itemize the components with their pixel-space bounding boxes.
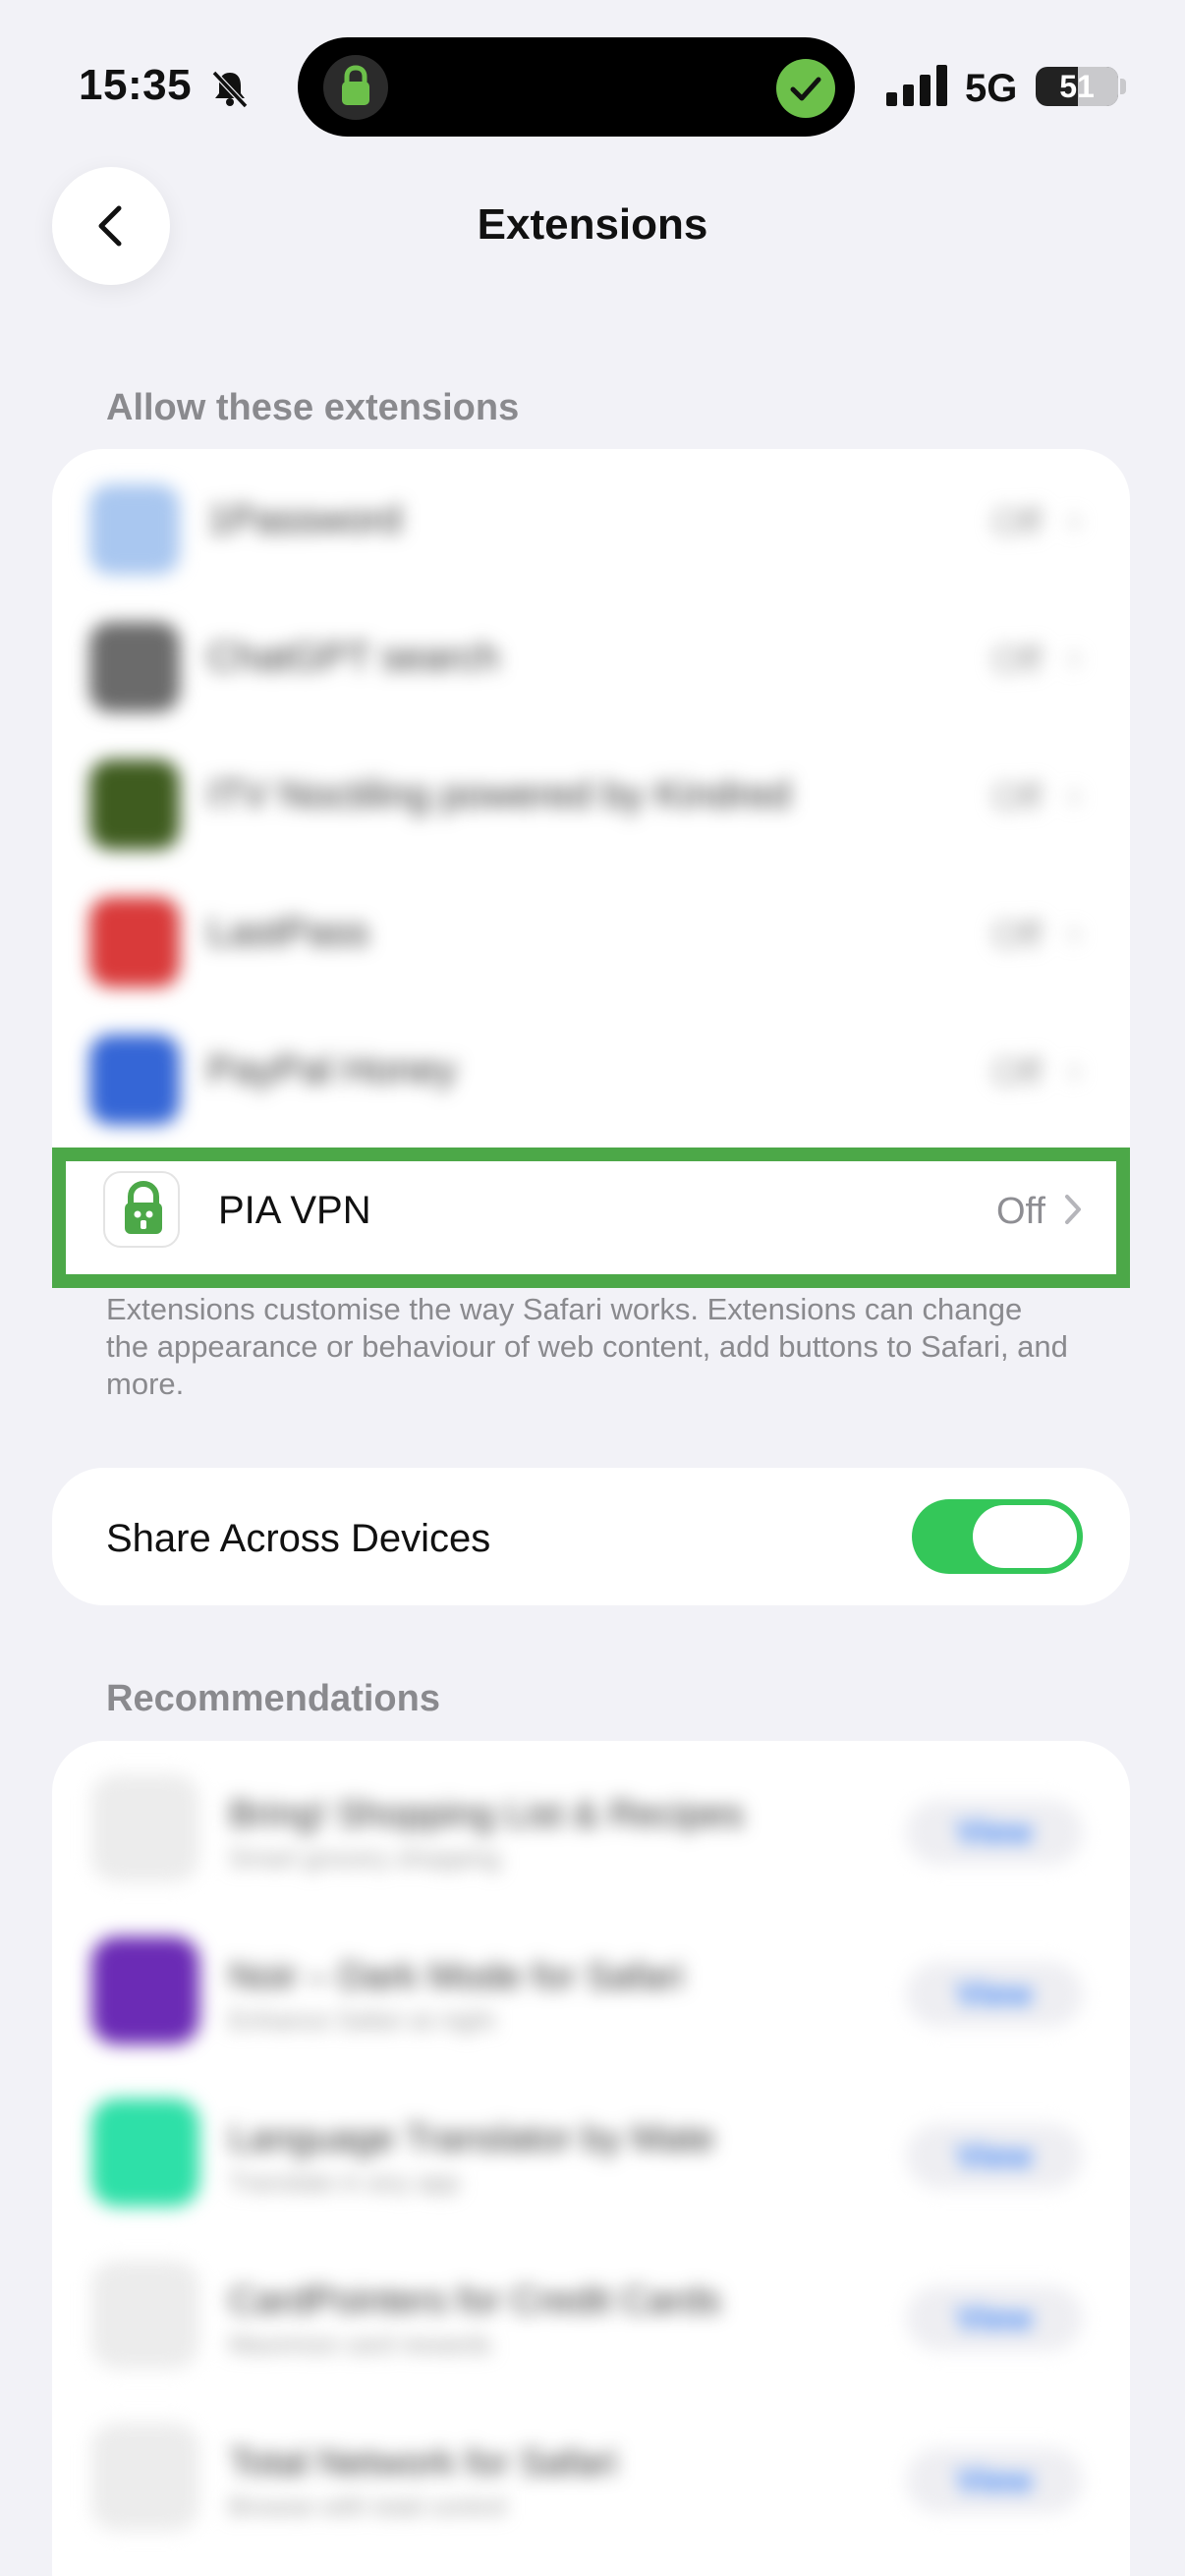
recommendation-subtitle: Maximize card rewards [229,2329,492,2359]
extension-label: ChatGPT search [207,636,500,679]
recommendation-row[interactable]: Bring! Shopping List & Recipes Smart groc… [52,1751,1130,1908]
extension-status: Off [992,640,1042,681]
recommendation-row[interactable]: Total Network for Safari Browse with tota… [52,2399,1130,2556]
toggle-knob [973,1505,1077,1568]
chevron-right-icon: › [1067,1048,1081,1092]
app-icon [91,1936,199,2044]
recommendation-name: Noir – Dark Mode for Safari [229,1956,684,1997]
battery-icon: 51 [1036,67,1118,106]
app-icon [91,2099,199,2207]
extension-status: Off [992,1052,1042,1093]
extension-label: ITV Noctiling powered by Kindred [207,773,791,816]
chevron-right-icon: › [1067,636,1081,679]
extensions-footnote: Extensions customise the way Safari work… [106,1292,1068,1401]
view-button[interactable]: View [906,2448,1083,2513]
network-type: 5G [965,67,1018,110]
signal-icon [886,65,947,106]
battery-tip [1120,79,1126,94]
extension-status: Off [992,777,1042,818]
pia-vpn-status: Off [996,1191,1045,1232]
vpn-lock-icon [323,55,388,120]
chevron-right-icon: › [1067,773,1081,816]
extension-row[interactable]: PayPal Honey Off › [52,999,1130,1137]
chevron-right-icon: › [1067,498,1081,541]
extension-row[interactable]: LastPass Off › [52,862,1130,999]
chevron-right-icon [1065,1195,1081,1224]
view-button[interactable]: View [906,1800,1083,1865]
extension-icon [89,484,180,575]
share-across-devices-row: Share Across Devices [52,1468,1130,1605]
recommendation-name: Total Network for Safari [229,2442,617,2484]
extension-label: 1Password [207,498,402,541]
view-button[interactable]: View [906,2286,1083,2351]
view-button[interactable]: View [906,1962,1083,2027]
recommendation-name: Bring! Shopping List & Recipes [229,1794,744,1835]
extension-label: PayPal Honey [207,1048,457,1092]
pia-lock-icon [103,1171,180,1248]
battery-level: 51 [1059,69,1095,104]
recommendation-row[interactable]: Noir – Dark Mode for Safari Enhance Safar… [52,1913,1130,2070]
extensions-section-label: Allow these extensions [106,387,520,428]
recommendations-list: Bring! Shopping List & Recipes Smart groc… [52,1741,1130,2576]
status-time: 15:35 [79,61,193,109]
app-icon [91,1774,199,1882]
extension-row[interactable]: 1Password Off › [52,449,1130,587]
recommendation-subtitle: Smart grocery shopping [229,1843,501,1873]
app-icon [91,2261,199,2369]
view-button[interactable]: View [906,2124,1083,2189]
pia-vpn-label: PIA VPN [218,1189,371,1232]
extension-status: Off [992,915,1042,956]
bell-slash-icon [211,70,249,109]
extension-row-pia-vpn[interactable]: PIA VPN Off [66,1161,1116,1274]
recommendations-section-label: Recommendations [106,1678,440,1719]
extension-icon [89,1035,180,1125]
extension-icon [89,897,180,987]
extension-row[interactable]: ChatGPT search Off › [52,587,1130,724]
page-title: Extensions [477,200,708,249]
recommendation-row[interactable]: Language Translator by Mate Translate in … [52,2075,1130,2232]
recommendation-name: CardPointers for Credit Cards [229,2280,721,2322]
recommendation-row[interactable]: CardPointers for Credit Cards Maximize ca… [52,2237,1130,2394]
extension-icon [89,759,180,850]
dynamic-island [298,37,855,137]
recommendation-name: Language Translator by Mate [229,2118,715,2159]
extension-icon [89,622,180,712]
app-icon [91,2423,199,2531]
extension-status: Off [992,502,1042,543]
recommendation-subtitle: Enhance Safari at night [229,2005,495,2035]
recommendation-subtitle: Translate in any app [229,2167,460,2197]
share-across-devices-label: Share Across Devices [106,1517,491,1560]
chevron-right-icon: › [1067,911,1081,954]
extension-row[interactable]: ITV Noctiling powered by Kindred Off › [52,724,1130,862]
checkmark-icon [776,59,835,118]
pia-vpn-highlight: PIA VPN Off [52,1148,1130,1288]
share-across-devices-toggle[interactable] [912,1499,1083,1574]
recommendation-subtitle: Browse with total control [229,2492,506,2521]
extension-label: LastPass [207,911,369,954]
